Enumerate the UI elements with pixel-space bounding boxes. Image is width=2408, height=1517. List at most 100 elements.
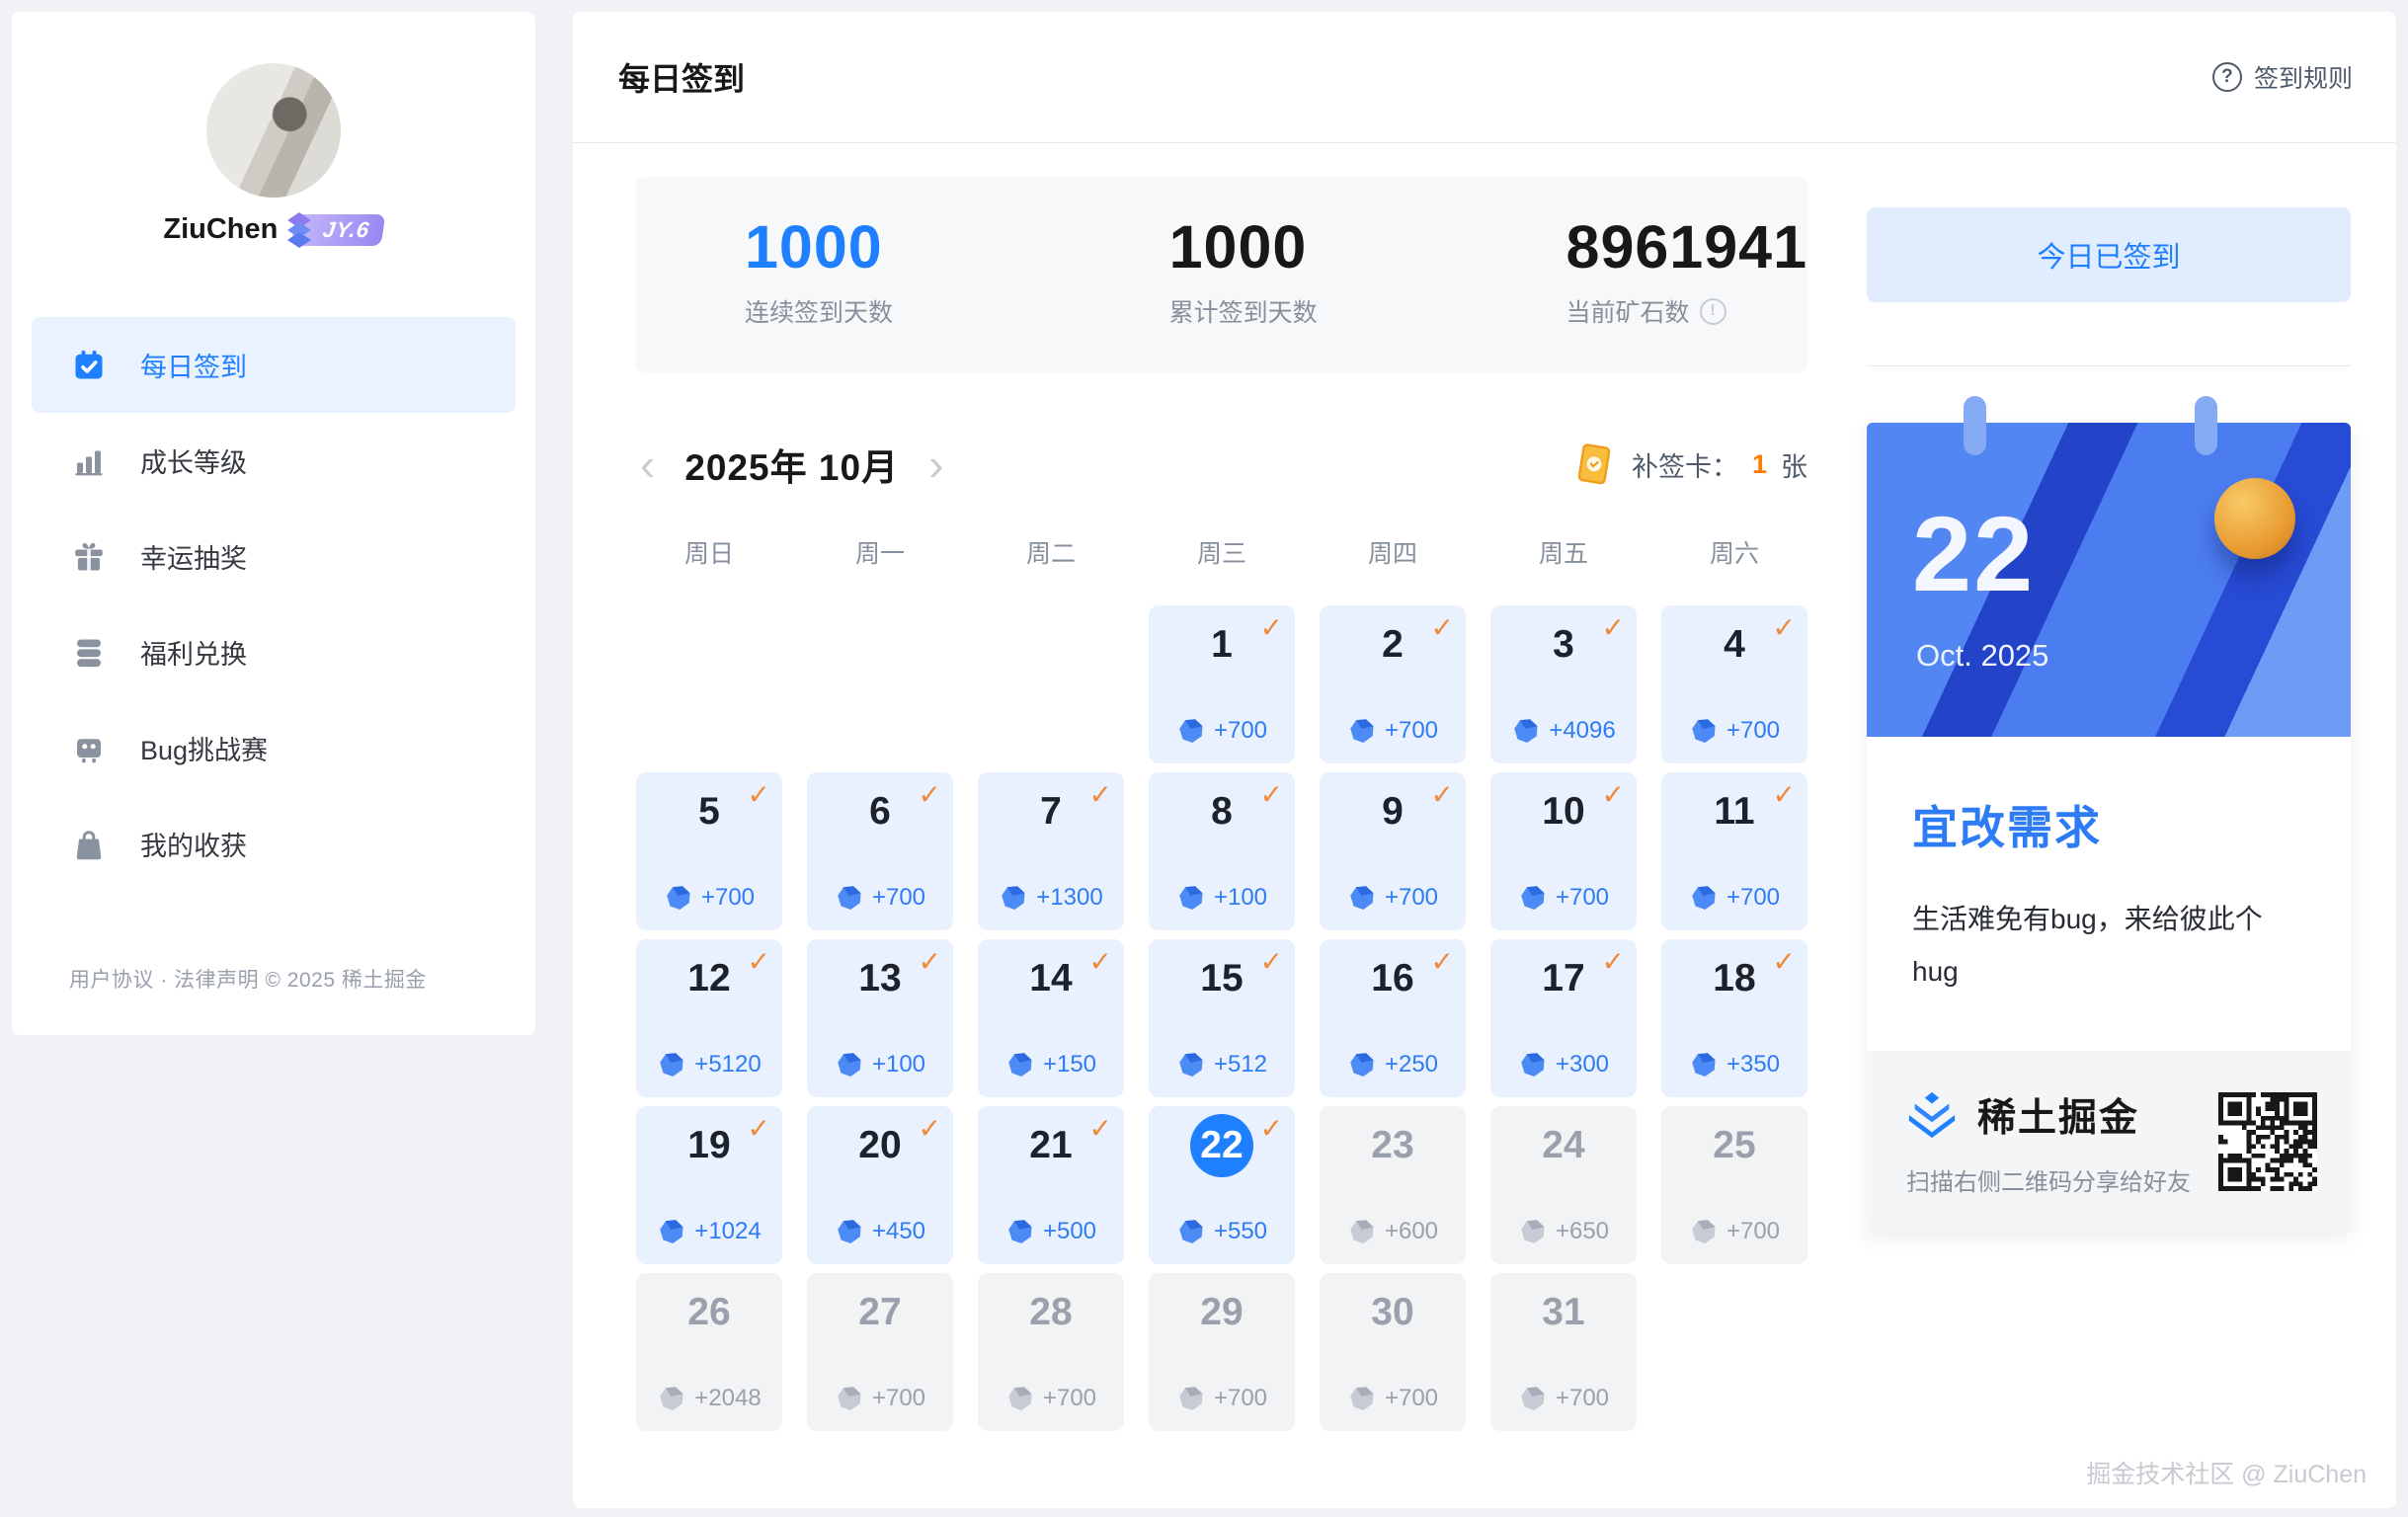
sidebar-item-lucky-draw[interactable]: 幸运抽奖 <box>32 509 516 604</box>
makeup-card-label: 补签卡： <box>1632 445 1738 484</box>
weekday-label: 周三 <box>1149 534 1295 570</box>
calendar-day-22[interactable]: ✓22+550 <box>1149 1106 1295 1264</box>
ore-icon <box>1005 1217 1035 1246</box>
calendar-day-2[interactable]: ✓2+700 <box>1320 605 1466 763</box>
day-reward-value: +700 <box>1726 717 1780 745</box>
day-reward-value: +550 <box>1214 1218 1267 1245</box>
day-number: 31 <box>1490 1291 1637 1334</box>
calendar-day-10[interactable]: ✓10+700 <box>1490 772 1637 930</box>
check-icon: ✓ <box>748 945 770 978</box>
sidebar-item-bug-challenge[interactable]: Bug挑战赛 <box>32 700 516 796</box>
calendar-check-icon <box>71 348 107 383</box>
sidebar-item-label: 成长等级 <box>140 441 247 480</box>
ore-icon <box>1518 1384 1548 1413</box>
calendar-day-1[interactable]: ✓1+700 <box>1149 605 1295 763</box>
ore-icon <box>835 1050 864 1079</box>
day-reward-value: +500 <box>1043 1218 1096 1245</box>
check-icon: ✓ <box>919 945 941 978</box>
check-icon: ✓ <box>1773 945 1796 978</box>
check-icon: ✓ <box>1602 945 1625 978</box>
calendar-day-20[interactable]: ✓20+450 <box>807 1106 953 1264</box>
calendar-day-14[interactable]: ✓14+150 <box>978 939 1124 1097</box>
stat-label: 当前矿石数 ! <box>1566 293 1807 329</box>
sidebar-menu: 每日签到 成长等级 幸运抽奖 <box>12 317 535 892</box>
weekday-label: 周一 <box>807 534 953 570</box>
stat-label-text: 当前矿石数 <box>1566 293 1690 329</box>
calendar-day-7[interactable]: ✓7+1300 <box>978 772 1124 930</box>
day-reward: +700 <box>1661 716 1807 746</box>
calendar-day-16[interactable]: ✓16+250 <box>1320 939 1466 1097</box>
day-reward: +150 <box>978 1050 1124 1079</box>
day-reward-value: +700 <box>1214 1385 1267 1412</box>
calendar-day-12[interactable]: ✓12+5120 <box>636 939 782 1097</box>
sidebar-item-label: 每日签到 <box>140 346 247 384</box>
calendar-day-19[interactable]: ✓19+1024 <box>636 1106 782 1264</box>
calendar-day-5[interactable]: ✓5+700 <box>636 772 782 930</box>
next-month-button[interactable]: › <box>924 441 947 487</box>
calendar-day-27[interactable]: 27+700 <box>807 1273 953 1431</box>
day-reward-value: +700 <box>872 1385 925 1412</box>
info-icon[interactable]: ! <box>1700 298 1726 325</box>
coins-icon <box>71 635 107 671</box>
day-reward: +700 <box>1320 883 1466 913</box>
day-reward: +700 <box>1661 1217 1807 1246</box>
checkin-rules-link[interactable]: ? 签到规则 <box>2212 59 2353 95</box>
signed-in-button[interactable]: 今日已签到 <box>1867 207 2351 302</box>
day-reward: +250 <box>1320 1050 1466 1079</box>
sidebar-item-daily-checkin[interactable]: 每日签到 <box>32 317 516 413</box>
ore-icon <box>657 1384 686 1413</box>
day-reward-value: +700 <box>1385 1385 1438 1412</box>
bag-icon <box>71 827 107 862</box>
day-reward-value: +600 <box>1385 1218 1438 1245</box>
day-reward-value: +1300 <box>1036 884 1102 912</box>
sidebar-item-growth-level[interactable]: 成长等级 <box>32 413 516 509</box>
ore-icon <box>657 1050 686 1079</box>
sidebar-item-my-harvest[interactable]: 我的收获 <box>32 796 516 892</box>
calendar-day-18[interactable]: ✓18+350 <box>1661 939 1807 1097</box>
calendar-day-15[interactable]: ✓15+512 <box>1149 939 1295 1097</box>
ore-icon <box>664 883 693 913</box>
ore-icon <box>1347 716 1377 746</box>
prev-month-button[interactable]: ‹ <box>636 441 659 487</box>
check-icon: ✓ <box>1089 778 1112 811</box>
calendar-day-25[interactable]: 25+700 <box>1661 1106 1807 1264</box>
qr-code <box>2218 1092 2317 1191</box>
calendar-day-30[interactable]: 30+700 <box>1320 1273 1466 1431</box>
calendar-day-23[interactable]: 23 +600 <box>1320 1106 1466 1264</box>
calendar-day-3[interactable]: ✓3+4096 <box>1490 605 1637 763</box>
calendar-day-29[interactable]: 29+700 <box>1149 1273 1295 1431</box>
day-reward: +700 <box>1490 883 1637 913</box>
ore-icon <box>1689 883 1719 913</box>
sidebar-footer-links[interactable]: 用户协议 · 法律声明 © 2025 稀土掘金 <box>69 964 427 994</box>
calendar-day-28[interactable]: 28+700 <box>978 1273 1124 1431</box>
day-reward-value: +700 <box>1385 884 1438 912</box>
calendar-day-31[interactable]: 31 +700 <box>1490 1273 1637 1431</box>
sidebar-item-welfare-exchange[interactable]: 福利兑换 <box>32 604 516 700</box>
calendar-day-13[interactable]: ✓13+100 <box>807 939 953 1097</box>
calendar-day-11[interactable]: ✓11+700 <box>1661 772 1807 930</box>
calendar-day-6[interactable]: ✓6+700 <box>807 772 953 930</box>
day-reward-value: +100 <box>872 1051 925 1078</box>
day-number: 28 <box>978 1291 1124 1334</box>
day-reward-value: +450 <box>872 1218 925 1245</box>
calendar-day-9[interactable]: ✓9+700 <box>1320 772 1466 930</box>
stat-value: 1000 <box>1169 212 1566 281</box>
calendar-day-26[interactable]: 26+2048 <box>636 1273 782 1431</box>
makeup-card-entry[interactable]: 补签卡：1 张 <box>1572 441 1807 487</box>
calendar-day-4[interactable]: ✓4+700 <box>1661 605 1807 763</box>
check-icon: ✓ <box>1431 611 1454 644</box>
calendar-day-21[interactable]: ✓21+500 <box>978 1106 1124 1264</box>
check-icon: ✓ <box>1089 1112 1112 1145</box>
stat-consecutive-days: 1000 连续签到天数 <box>745 212 1169 372</box>
day-reward-value: +4096 <box>1549 717 1615 745</box>
day-reward-value: +700 <box>1556 884 1609 912</box>
day-reward-value: +700 <box>1556 1385 1609 1412</box>
calendar-day-8[interactable]: ✓8+100 <box>1149 772 1295 930</box>
calendar-day-24[interactable]: 24+650 <box>1490 1106 1637 1264</box>
day-reward-value: +700 <box>1726 884 1780 912</box>
ore-icon <box>1347 1217 1377 1246</box>
calendar-blank-cell <box>978 605 1124 763</box>
day-number: 23 <box>1320 1124 1466 1167</box>
calendar-day-17[interactable]: ✓17+300 <box>1490 939 1637 1097</box>
day-reward: +700 <box>636 883 782 913</box>
